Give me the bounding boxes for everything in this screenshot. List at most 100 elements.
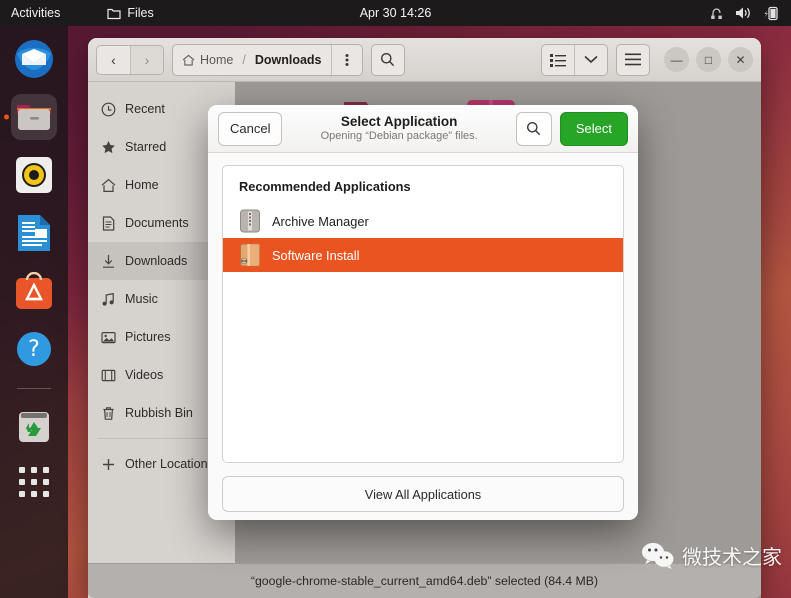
cancel-button[interactable]: Cancel bbox=[218, 111, 283, 146]
clock-icon bbox=[100, 102, 116, 117]
dock-item-thunderbird[interactable] bbox=[11, 36, 57, 82]
dock-separator bbox=[17, 388, 51, 389]
ubuntu-software-icon bbox=[16, 272, 52, 309]
breadcrumb: Home / Downloads bbox=[172, 43, 363, 76]
dialog-search-button[interactable] bbox=[515, 111, 552, 146]
top-bar: Activities Files Apr 30 14:26 bbox=[0, 0, 791, 26]
system-tray[interactable] bbox=[709, 6, 779, 21]
search-icon bbox=[527, 122, 541, 136]
files-search-button[interactable] bbox=[370, 43, 405, 76]
vertical-dots-icon bbox=[345, 53, 348, 66]
navigation-buttons: ‹ › bbox=[96, 44, 164, 75]
sidebar-item-label: Rubbish Bin bbox=[125, 406, 193, 420]
application-list: Recommended Applications Archive Manager bbox=[222, 165, 624, 463]
app-grid-dot bbox=[31, 491, 37, 497]
music-note-icon bbox=[100, 292, 116, 307]
sidebar-item-label: Other Locations bbox=[125, 457, 214, 471]
network-icon bbox=[711, 8, 722, 19]
chevron-down-icon bbox=[584, 55, 598, 64]
document-icon bbox=[100, 215, 116, 231]
dock-item-rhythmbox[interactable] bbox=[11, 152, 57, 198]
search-icon bbox=[381, 53, 395, 67]
hamburger-menu-icon bbox=[625, 53, 641, 66]
archive-manager-icon bbox=[239, 209, 261, 233]
minimize-button[interactable]: — bbox=[664, 47, 689, 72]
app-grid-dot bbox=[43, 491, 49, 497]
plus-icon bbox=[100, 457, 116, 472]
libreoffice-writer-icon bbox=[18, 215, 50, 251]
film-icon bbox=[100, 368, 116, 383]
sidebar-separator bbox=[98, 438, 225, 439]
recommended-applications-heading: Recommended Applications bbox=[239, 179, 411, 194]
app-row-label: Software Install bbox=[272, 247, 360, 263]
app-menu-files[interactable]: Files bbox=[107, 6, 154, 20]
select-button[interactable]: Select bbox=[559, 111, 628, 146]
maximize-button[interactable]: □ bbox=[696, 47, 721, 72]
activities-button[interactable]: Activities bbox=[11, 6, 60, 20]
battery-icon bbox=[764, 6, 778, 20]
dialog-body: Recommended Applications Archive Manager bbox=[208, 153, 638, 463]
dock-item-rubbish-bin[interactable] bbox=[11, 403, 57, 449]
close-button[interactable]: ✕ bbox=[728, 47, 753, 72]
app-menu-label: Files bbox=[127, 6, 154, 20]
rhythmbox-icon bbox=[16, 157, 52, 193]
sidebar-item-label: Recent bbox=[125, 102, 165, 116]
app-row-software-install[interactable]: Software Install bbox=[223, 238, 623, 272]
thunderbird-icon bbox=[15, 40, 53, 78]
window-controls: — □ ✕ bbox=[664, 47, 753, 72]
breadcrumb-current[interactable]: Downloads bbox=[246, 45, 331, 75]
app-row-label: Archive Manager bbox=[272, 213, 369, 229]
back-button[interactable]: ‹ bbox=[97, 45, 130, 74]
help-icon: ? bbox=[17, 332, 51, 366]
main-menu-button[interactable] bbox=[616, 43, 650, 76]
view-options-button[interactable] bbox=[574, 44, 607, 75]
view-mode-group bbox=[541, 43, 608, 76]
sidebar-item-label: Starred bbox=[125, 140, 167, 154]
sidebar-item-label: Documents bbox=[125, 216, 189, 230]
list-view-icon bbox=[550, 53, 566, 67]
svg-text:?: ? bbox=[28, 337, 40, 362]
app-grid-dot bbox=[19, 479, 25, 485]
dock-item-files[interactable] bbox=[11, 94, 57, 140]
sidebar-item-label: Music bbox=[125, 292, 158, 306]
app-grid-dot bbox=[31, 467, 37, 473]
forward-button[interactable]: › bbox=[130, 45, 163, 74]
window-header-bar: ‹ › Home / Downloads — □ ✕ bbox=[88, 38, 761, 82]
app-grid-dot bbox=[43, 467, 49, 473]
home-icon bbox=[100, 178, 116, 193]
sidebar-item-label: Home bbox=[125, 178, 159, 192]
volume-icon bbox=[736, 7, 750, 19]
dock-item-libreoffice-writer[interactable] bbox=[11, 210, 57, 256]
dialog-subtitle: Opening “Debian package” files. bbox=[320, 130, 478, 143]
folder-icon bbox=[107, 8, 121, 19]
files-icon bbox=[17, 105, 51, 130]
download-icon bbox=[100, 254, 116, 269]
watermark-text: 微技术之家 bbox=[682, 545, 782, 569]
breadcrumb-home[interactable]: Home bbox=[173, 45, 242, 75]
app-grid-dot bbox=[19, 491, 25, 497]
path-menu-button[interactable] bbox=[330, 44, 362, 75]
select-application-dialog: Cancel Select Application Opening “Debia… bbox=[208, 105, 638, 520]
picture-icon bbox=[100, 330, 116, 345]
dock: ? bbox=[0, 26, 68, 598]
sidebar-item-label: Videos bbox=[125, 368, 164, 382]
sidebar-item-label: Pictures bbox=[125, 330, 171, 344]
dock-item-ubuntu-software[interactable] bbox=[11, 268, 57, 314]
show-applications-button[interactable] bbox=[19, 467, 49, 497]
sidebar-item-label: Downloads bbox=[125, 254, 188, 268]
software-install-icon bbox=[239, 243, 261, 267]
view-all-applications-button[interactable]: View All Applications bbox=[222, 476, 624, 512]
app-row-archive-manager[interactable]: Archive Manager bbox=[223, 204, 623, 238]
dialog-header: Cancel Select Application Opening “Debia… bbox=[208, 105, 638, 153]
breadcrumb-home-label: Home bbox=[200, 52, 234, 67]
app-grid-dot bbox=[19, 467, 25, 473]
dialog-title: Select Application bbox=[340, 113, 458, 129]
watermark: 微技术之家 bbox=[641, 541, 782, 570]
wechat-icon bbox=[642, 542, 674, 569]
star-icon bbox=[100, 140, 116, 155]
home-icon bbox=[182, 54, 195, 66]
trash-icon bbox=[100, 406, 116, 421]
app-grid-dot bbox=[31, 479, 37, 485]
dock-item-help[interactable]: ? bbox=[11, 326, 57, 372]
list-view-button[interactable] bbox=[542, 45, 574, 75]
